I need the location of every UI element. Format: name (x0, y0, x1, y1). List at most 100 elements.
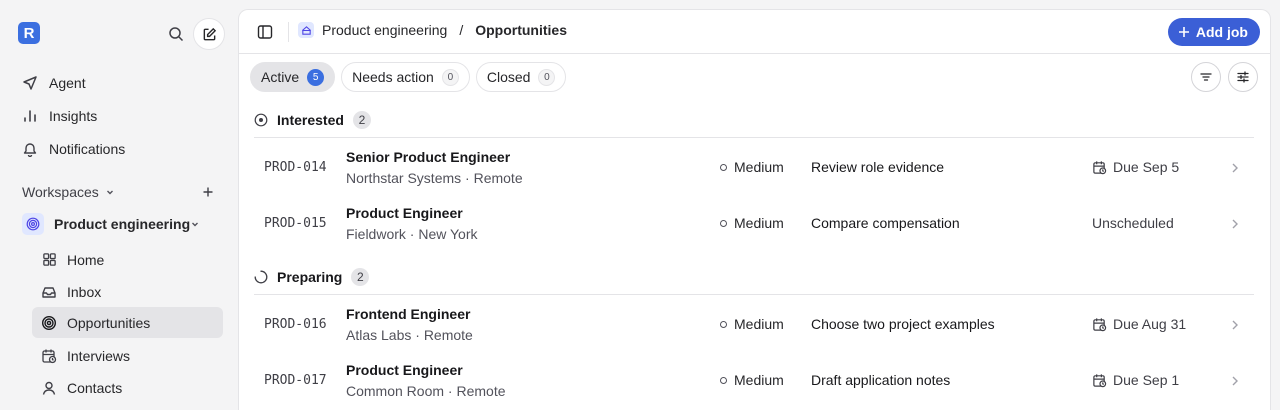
display-settings-button[interactable] (1228, 62, 1258, 92)
priority-label: Medium (734, 316, 784, 332)
job-code: PROD-017 (264, 373, 327, 388)
job-code: PROD-014 (264, 160, 327, 175)
sidebar-toggle-icon[interactable] (256, 23, 274, 41)
due-label: Due Sep 1 (1113, 372, 1180, 388)
app-logo[interactable]: R (18, 22, 40, 44)
job-code: PROD-016 (264, 317, 327, 332)
divider (254, 137, 1254, 138)
priority: Medium (720, 159, 784, 175)
breadcrumb-separator: / (459, 22, 464, 38)
workspace-name: Product engineering (54, 216, 191, 232)
tab-active[interactable]: Active 5 (250, 62, 336, 92)
send-icon (22, 75, 38, 91)
breadcrumb: Product engineering / Opportunities (298, 22, 567, 38)
nav-insights-label: Insights (49, 108, 98, 124)
divider (254, 294, 1254, 295)
job-company-location: Atlas Labs · Remote (346, 327, 473, 343)
due-date: Due Aug 31 (1092, 316, 1186, 332)
chevron-right-icon (1229, 318, 1241, 332)
group-label: Preparing (277, 269, 343, 285)
sidebar-item-home-label: Home (67, 251, 105, 268)
tab-active-count: 5 (307, 68, 325, 86)
nav-notifications[interactable]: Notifications (22, 137, 125, 161)
priority: Medium (720, 372, 784, 388)
main-panel: Product engineering / Opportunities Add … (238, 9, 1271, 410)
due-label: Due Sep 5 (1113, 159, 1180, 175)
topbar: Product engineering / Opportunities Add … (239, 10, 1270, 54)
workspaces-toggle[interactable]: Workspaces (22, 184, 115, 200)
compose-button[interactable] (193, 18, 225, 50)
group-interested[interactable]: Interested 2 (254, 109, 1254, 131)
nav-insights[interactable]: Insights (22, 104, 97, 128)
table-row[interactable]: PROD-015 Product Engineer Fieldwork · Ne… (239, 200, 1270, 250)
due-label: Unscheduled (1092, 215, 1174, 231)
tab-needs-action[interactable]: Needs action 0 (341, 62, 470, 92)
circle-dot-icon (254, 113, 268, 127)
next-task: Review role evidence (811, 159, 945, 175)
due-date: Unscheduled (1092, 215, 1174, 231)
chevron-right-icon (1229, 161, 1241, 175)
add-workspace-button[interactable] (200, 184, 216, 200)
job-title: Senior Product Engineer (346, 149, 511, 165)
priority-dot-icon (720, 376, 727, 384)
tab-active-label: Active (261, 69, 300, 85)
nav-agent-label: Agent (49, 75, 86, 91)
next-task: Draft application notes (811, 372, 951, 388)
sidebar-item-contacts-label: Contacts (67, 379, 123, 396)
sidebar-item-home[interactable]: Home (32, 244, 223, 275)
job-code: PROD-015 (264, 216, 327, 231)
bell-icon (22, 141, 38, 157)
group-label: Interested (277, 112, 344, 128)
person-icon (41, 380, 57, 396)
filter-button[interactable] (1191, 62, 1221, 92)
workspace-badge-icon (298, 22, 314, 38)
priority-dot-icon (720, 320, 727, 328)
table-row[interactable]: PROD-017 Product Engineer Common Room · … (239, 357, 1270, 407)
sidebar-item-interviews-label: Interviews (67, 347, 131, 364)
tab-closed-label: Closed (486, 69, 531, 85)
divider (288, 22, 289, 42)
nav-agent[interactable]: Agent (22, 71, 86, 95)
breadcrumb-workspace[interactable]: Product engineering (322, 22, 447, 38)
tab-closed[interactable]: Closed 0 (475, 62, 567, 92)
search-icon[interactable] (165, 23, 187, 45)
job-title: Product Engineer (346, 205, 463, 221)
priority: Medium (720, 316, 784, 332)
calendar-clock-icon (41, 348, 57, 364)
target-icon (41, 315, 57, 331)
sidebar-item-interviews[interactable]: Interviews (32, 340, 223, 371)
add-job-button[interactable]: Add job (1167, 18, 1260, 46)
group-count: 2 (351, 268, 370, 286)
job-company-location: Common Room · Remote (346, 383, 506, 399)
target-icon (22, 213, 44, 235)
due-date: Due Sep 5 (1092, 159, 1179, 175)
tab-needs-action-count: 0 (441, 68, 459, 86)
tab-closed-count: 0 (538, 68, 556, 86)
chevron-right-icon (1229, 374, 1241, 388)
sidebar-item-contacts[interactable]: Contacts (32, 372, 223, 403)
priority-dot-icon (720, 163, 727, 171)
next-task: Choose two project examples (811, 316, 995, 332)
chevron-right-icon (1229, 217, 1241, 231)
next-task: Compare compensation (811, 215, 960, 231)
compose-icon (203, 27, 216, 40)
due-date: Due Sep 1 (1092, 372, 1179, 388)
job-title: Product Engineer (346, 362, 463, 378)
group-preparing[interactable]: Preparing 2 (254, 266, 1254, 288)
plus-icon (203, 187, 213, 197)
priority: Medium (720, 215, 784, 231)
workspace-product-engineering[interactable]: Product engineering (22, 213, 190, 235)
group-count: 2 (352, 111, 371, 129)
add-job-label: Add job (1195, 24, 1248, 40)
calendar-clock-icon (1093, 373, 1107, 387)
sidebar-item-opportunities-label: Opportunities (67, 314, 151, 331)
table-row[interactable]: PROD-016 Frontend Engineer Atlas Labs · … (239, 301, 1270, 351)
workspace-chevron-down-icon[interactable] (188, 217, 202, 231)
filter-tabs: Active 5 Needs action 0 Closed 0 (250, 62, 567, 92)
priority-label: Medium (734, 215, 784, 231)
table-row[interactable]: PROD-014 Senior Product Engineer Northst… (239, 144, 1270, 194)
job-company-location: Fieldwork · New York (346, 226, 478, 242)
sidebar-item-opportunities[interactable]: Opportunities (32, 307, 223, 338)
sidebar-item-inbox[interactable]: Inbox (32, 276, 223, 307)
nav-notifications-label: Notifications (49, 141, 126, 157)
